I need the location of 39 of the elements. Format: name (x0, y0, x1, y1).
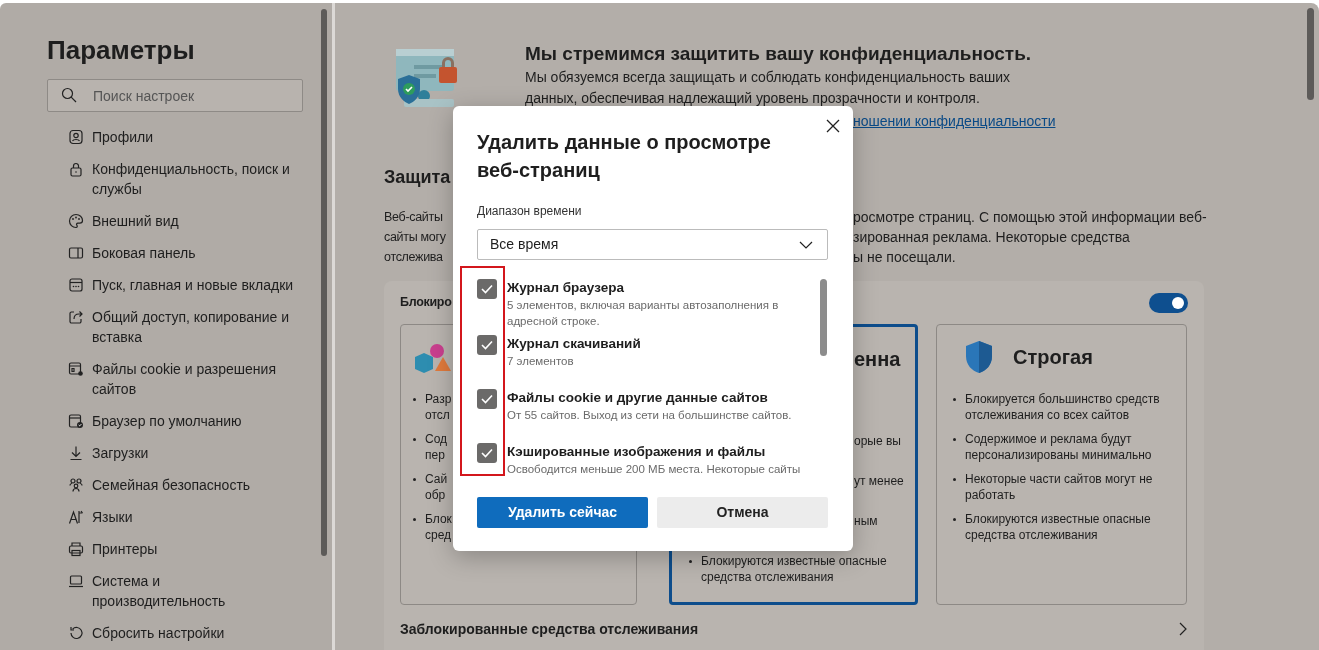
bullet-text: орые вы (854, 434, 901, 448)
section-heading: Защита (384, 166, 451, 189)
body-text: ы не посещали. (853, 248, 957, 267)
bullet-text: Блокируются известные опасные средства отслеживания (965, 511, 1152, 543)
body-text: Мы обязуемся всегда защищать и соблюдать конфиденциальность ваших (525, 68, 1011, 87)
body-text: зированная реклама. Некоторые средства (853, 228, 1131, 247)
bullet-text: Содержимое и реклама будут персонализированы минимально (965, 431, 1153, 463)
bullet-text: обр (425, 487, 447, 503)
option-title: Журнал скачиваний (507, 335, 642, 353)
option-description: 5 элементов, включая варианты автозаполнения в адресной строке. (507, 298, 780, 329)
bullet-text: пер (425, 447, 446, 463)
body-text: Веб-сайты (384, 209, 443, 226)
option-description: От 55 сайтов. Выход из сети на большинстве сайтов. (507, 408, 793, 423)
option-title: Кэшированные изображения и файлы (507, 443, 767, 461)
section-title: Мы стремимся защитить вашу конфиденциальность. (525, 42, 1033, 66)
bullet-text: Блок (425, 511, 452, 527)
dialog-title: Удалить данные о просмотре веб-страниц (477, 130, 772, 183)
option-description: Освободится меньше 200 МБ места. Некоторые сайты (507, 462, 802, 477)
body-text: росмотре страниц. С помощью этой информации веб- (853, 208, 1207, 227)
bullet-text: Сай (425, 471, 448, 487)
option-title: Файлы cookie и другие данные сайтов (507, 389, 769, 407)
bullet-text: ут менее (854, 474, 904, 488)
card-title: енна (854, 351, 901, 367)
option-title: Журнал браузера (507, 279, 625, 297)
body-text: отслежива (384, 249, 443, 266)
panel-title: Блокиро (400, 294, 452, 312)
bullet-text: Блокируются известные опасные средства отслеживания (701, 553, 888, 585)
bullet-text: отсл (425, 407, 451, 423)
bullet-text: ным (854, 514, 878, 528)
option-description: 7 элементов (507, 354, 575, 369)
field-label: Диапазон времени (477, 203, 583, 219)
bullet-text: Некоторые части сайтов могут не работать (965, 471, 1154, 503)
bullet-text: Сод (425, 431, 448, 447)
bullet-text: Блокируется большинство средств отслеживания со всех сайтов (965, 391, 1161, 423)
bullet-text: Разр (425, 391, 452, 407)
body-text: сайты могу (384, 229, 446, 246)
bullet-text: сред (425, 527, 452, 543)
settings-title: Параметры (47, 34, 196, 66)
body-text: данных, обеспечивая надлежащий уровень прозрачности и контроля. (525, 89, 981, 108)
